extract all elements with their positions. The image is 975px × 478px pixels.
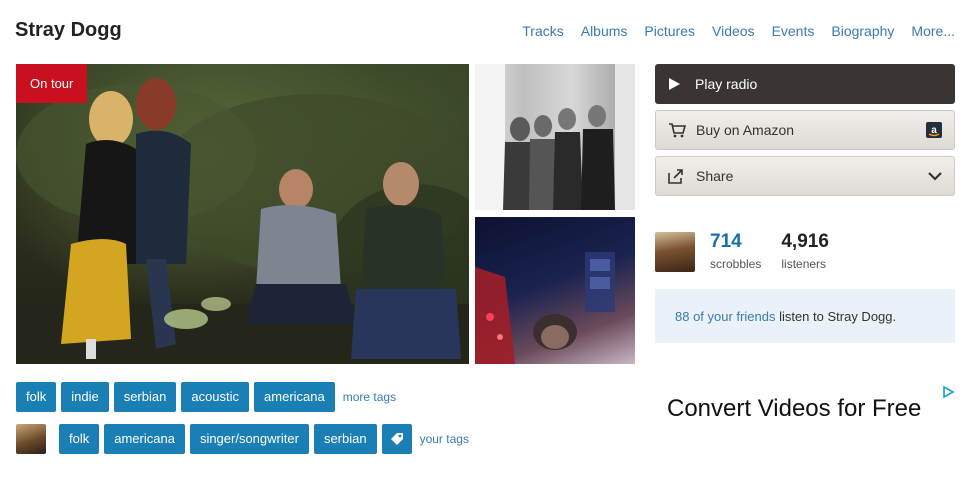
svg-text:a: a	[931, 125, 937, 136]
on-tour-badge: On tour	[16, 64, 88, 103]
friends-listen-box: 88 of your friends listen to Stray Dogg.	[655, 289, 955, 343]
listeners-count: 4,916	[781, 231, 829, 252]
nav-more[interactable]: More...	[911, 23, 955, 39]
share-button[interactable]: Share	[655, 156, 955, 196]
play-icon	[667, 77, 695, 91]
tag-americana[interactable]: americana	[254, 382, 335, 412]
ad-headline[interactable]: Convert Videos for Free	[667, 395, 921, 423]
scrobbles-stat: 714 scrobbles	[710, 232, 761, 271]
play-radio-button[interactable]: Play radio	[655, 64, 955, 104]
top-tags: folk indie serbian acoustic americana mo…	[16, 382, 396, 412]
add-tag-button[interactable]	[381, 424, 412, 454]
chevron-down-icon[interactable]	[928, 171, 942, 181]
tag-serbian[interactable]: serbian	[113, 382, 177, 412]
adchoices-icon[interactable]	[941, 385, 955, 404]
tag-indie[interactable]: indie	[61, 382, 109, 412]
your-tag-folk[interactable]: folk	[59, 424, 100, 454]
tag-icon	[390, 433, 403, 445]
artist-title: Stray Dogg	[15, 19, 122, 41]
your-tag-singer-songwriter[interactable]: singer/songwriter	[189, 424, 309, 454]
more-tags-link[interactable]: more tags	[343, 390, 396, 404]
your-tags-link[interactable]: your tags	[420, 432, 469, 446]
nav-events[interactable]: Events	[772, 23, 815, 39]
tag-acoustic[interactable]: acoustic	[181, 382, 250, 412]
ad-banner[interactable]: Convert Videos for Free	[658, 383, 958, 478]
user-avatar[interactable]	[655, 232, 695, 272]
nav-tracks[interactable]: Tracks	[522, 23, 563, 39]
artist-page: Stray Dogg Tracks Albums Pictures Videos…	[0, 0, 975, 478]
listeners-label: listeners	[781, 257, 827, 271]
friends-text: listen to Stray Dogg.	[775, 309, 897, 324]
friends-link[interactable]: 88 of your friends	[675, 309, 775, 324]
listeners-stat: 4,916 listeners	[781, 232, 829, 271]
listening-stats: 714 scrobbles 4,916 listeners	[655, 232, 829, 272]
cart-icon	[668, 122, 696, 138]
band-photo-color-illustration	[475, 252, 615, 364]
your-tag-americana[interactable]: americana	[104, 424, 185, 454]
play-radio-label: Play radio	[695, 76, 758, 92]
nav-albums[interactable]: Albums	[581, 23, 628, 39]
user-avatar-small	[16, 424, 46, 454]
share-label: Share	[696, 168, 734, 184]
scrobbles-label: scrobbles	[710, 257, 762, 271]
photo-thumbnail-2[interactable]	[475, 217, 635, 364]
main-artist-photo[interactable]: On tour	[16, 64, 469, 364]
your-tags: folk americana singer/songwriter serbian…	[16, 424, 469, 454]
buy-on-amazon-button[interactable]: Buy on Amazon a	[655, 110, 955, 150]
scrobbles-count[interactable]: 714	[710, 232, 761, 251]
nav-pictures[interactable]: Pictures	[644, 23, 695, 39]
your-tag-serbian[interactable]: serbian	[313, 424, 377, 454]
tag-folk[interactable]: folk	[16, 382, 57, 412]
buy-on-amazon-label: Buy on Amazon	[696, 122, 795, 138]
amazon-logo-icon: a	[926, 122, 942, 138]
band-photo-bw-illustration	[475, 64, 635, 210]
artist-nav: Tracks Albums Pictures Videos Events Bio…	[522, 23, 955, 39]
nav-videos[interactable]: Videos	[712, 23, 755, 39]
share-icon	[668, 168, 696, 184]
nav-biography[interactable]: Biography	[831, 23, 894, 39]
band-photo-illustration	[16, 78, 469, 364]
photo-thumbnail-1[interactable]	[475, 64, 635, 210]
